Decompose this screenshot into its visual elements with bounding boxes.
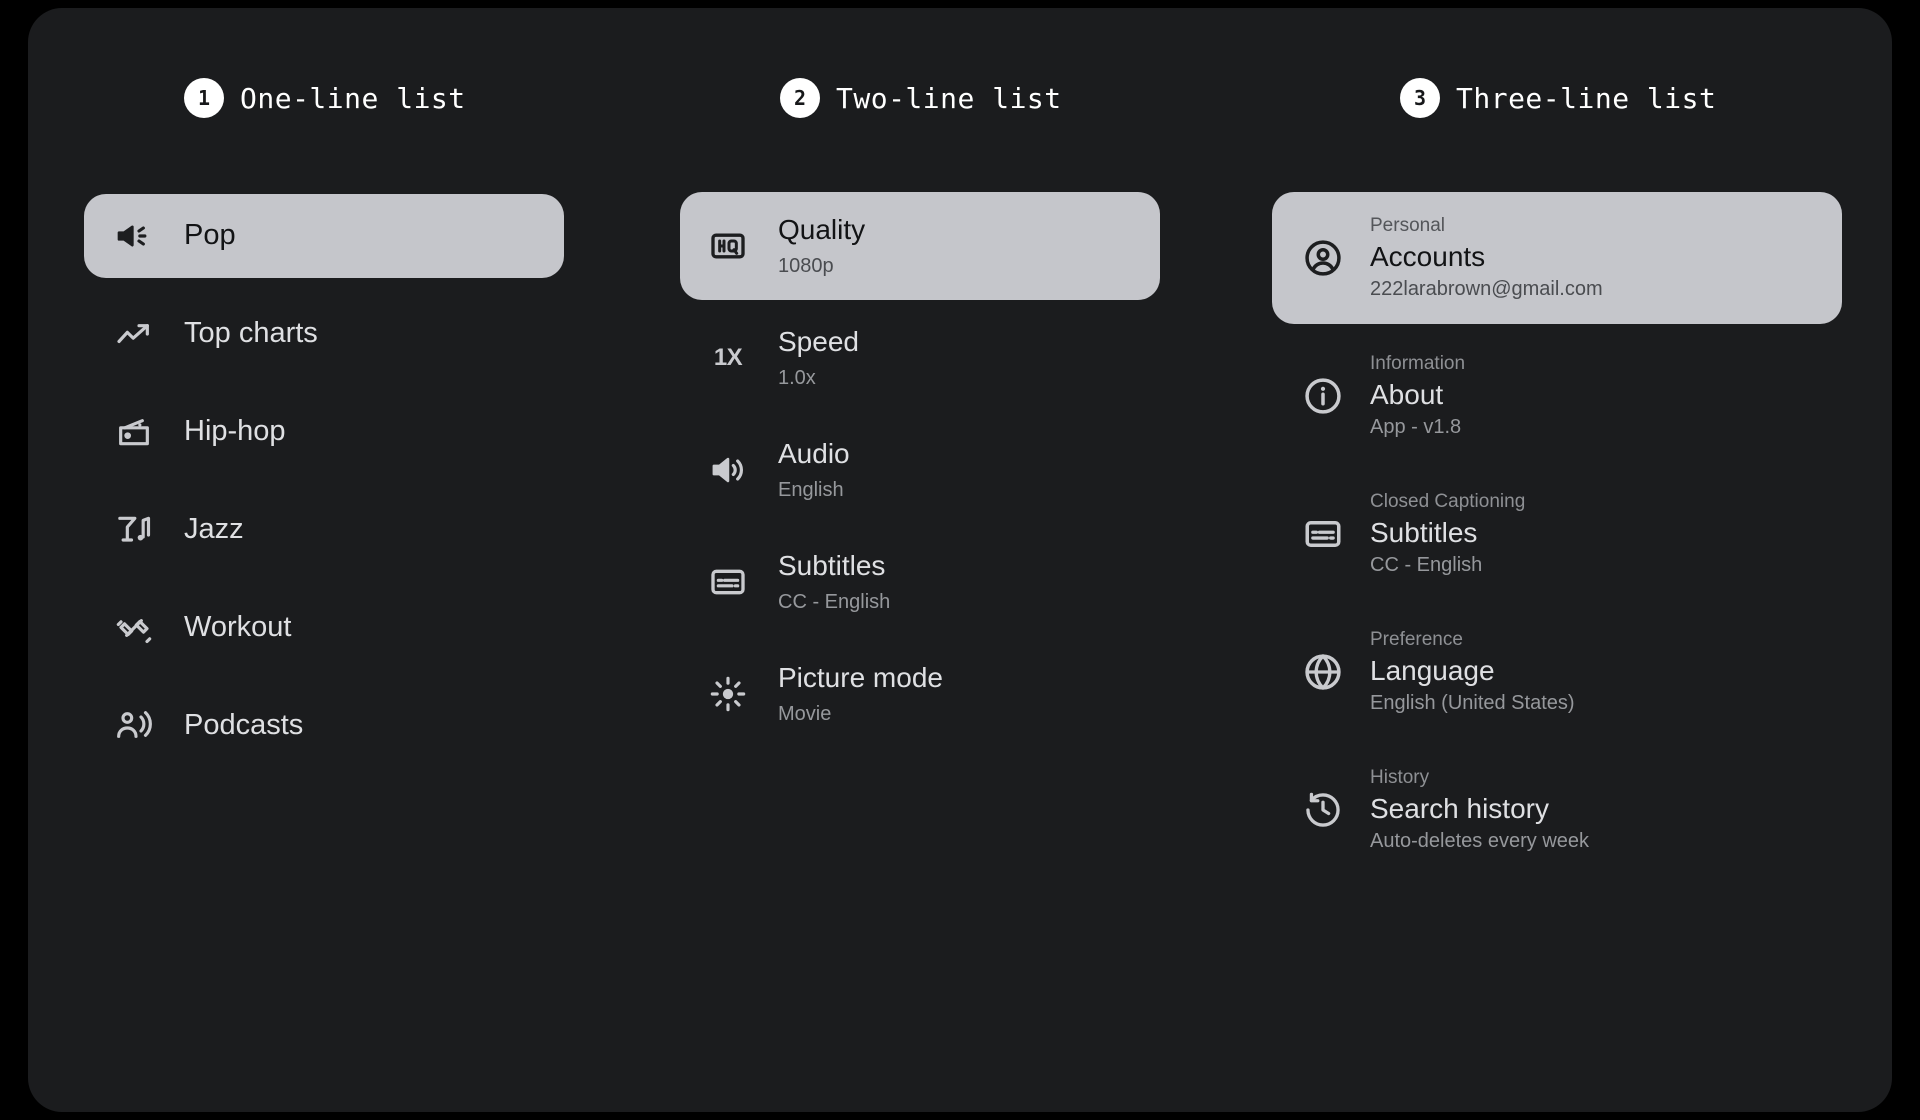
- list-item[interactable]: Workout: [84, 586, 564, 670]
- list-item-text-block: History Search history Auto-deletes every …: [1370, 765, 1589, 855]
- list-item-overline: History: [1370, 766, 1430, 788]
- list-item-supporting-text: Movie: [778, 702, 832, 725]
- list-item-headline: Top charts: [184, 317, 318, 350]
- list-item-headline: Search history: [1370, 792, 1549, 824]
- account-circle-icon: [1302, 237, 1344, 279]
- list-item-headline: Speed: [778, 326, 859, 358]
- selected-item-background: [84, 194, 564, 278]
- list-item[interactable]: Personal Accounts 222larabrown@gmail.com: [1272, 192, 1842, 324]
- column-title-3: Three-line list: [1456, 81, 1717, 115]
- list-item[interactable]: Picture mode Movie: [680, 640, 1160, 748]
- list-item[interactable]: Closed Captioning Subtitles CC - English: [1272, 468, 1842, 600]
- list-item[interactable]: Information About App - v1.8: [1272, 330, 1842, 462]
- three-line-list: Personal Accounts 222larabrown@gmail.com In…: [1272, 192, 1842, 882]
- history-icon: [1302, 789, 1344, 831]
- list-item-text-block: Personal Accounts 222larabrown@gmail.com: [1370, 213, 1603, 303]
- list-item-text-block: Hip-hop: [184, 413, 286, 451]
- list-item-text-block: Pop: [184, 217, 236, 255]
- list-item-text-block: Closed Captioning Subtitles CC - English: [1370, 489, 1525, 579]
- list-item-text-block: Audio English: [778, 436, 850, 503]
- subtitles-icon: [708, 562, 748, 602]
- list-item[interactable]: History Search history Auto-deletes every …: [1272, 744, 1842, 876]
- column-headers: 1 One-line list 2 Two-line list 3 Three-…: [0, 0, 1920, 160]
- list-item[interactable]: Quality 1080p: [680, 192, 1160, 300]
- list-item-headline: Pop: [184, 219, 236, 252]
- list-item-headline: Jazz: [184, 513, 244, 546]
- list-item[interactable]: Hip-hop: [84, 390, 564, 474]
- list-item[interactable]: Jazz: [84, 488, 564, 572]
- list-item-supporting-text: English: [778, 478, 844, 501]
- trending-up-icon: [114, 314, 154, 354]
- nightlife-icon: [114, 510, 154, 550]
- list-item-supporting-text: 1080p: [778, 254, 834, 277]
- list-item-headline: Picture mode: [778, 662, 943, 694]
- list-item-headline: Subtitles: [1370, 516, 1478, 548]
- list-item-supporting-text: CC - English: [1370, 554, 1483, 577]
- screenshot-root: 1 One-line list 2 Two-line list 3 Three-…: [0, 0, 1920, 1120]
- two-line-list: Quality 1080p 1X Speed 1.0x Audio English Subti…: [680, 192, 1160, 752]
- list-item[interactable]: Audio English: [680, 416, 1160, 524]
- list-item-text-block: Preference Language English (United States…: [1370, 627, 1575, 717]
- column-badge-1: 1: [184, 78, 224, 118]
- campaign-icon: [114, 216, 154, 256]
- list-item-supporting-text: 222larabrown@gmail.com: [1370, 278, 1603, 301]
- list-item-headline: Audio: [778, 438, 850, 470]
- list-item-overline: Personal: [1370, 214, 1445, 236]
- column-badge-3: 3: [1400, 78, 1440, 118]
- fitness-icon: [114, 608, 154, 648]
- list-item-supporting-text: 1.0x: [778, 366, 816, 389]
- list-item-overline: Preference: [1370, 628, 1463, 650]
- column-header-three-line: 3 Three-line list: [1400, 78, 1716, 118]
- brightness-icon: [708, 674, 748, 714]
- list-item[interactable]: Preference Language English (United States…: [1272, 606, 1842, 738]
- podcasts-icon: [114, 706, 154, 746]
- list-item-headline: Subtitles: [778, 550, 886, 582]
- speed-1x-icon: 1X: [713, 344, 743, 371]
- list-item-text-block: Subtitles CC - English: [778, 548, 890, 615]
- list-item-text-block: Jazz: [184, 511, 244, 549]
- column-header-one-line: 1 One-line list: [184, 78, 466, 118]
- list-item-overline: Information: [1370, 352, 1466, 374]
- subtitles-icon: [1302, 513, 1344, 555]
- list-item[interactable]: Pop: [84, 194, 564, 278]
- list-item-text-block: Information About App - v1.8: [1370, 351, 1465, 441]
- list-item-headline: About: [1370, 378, 1444, 410]
- column-title-1: One-line list: [240, 81, 466, 115]
- list-item-supporting-text: CC - English: [778, 590, 891, 613]
- list-item-text-block: Top charts: [184, 315, 318, 353]
- list-item-overline: Closed Captioning: [1370, 490, 1526, 512]
- list-item-text-block: Podcasts: [184, 707, 303, 745]
- list-item-headline: Hip-hop: [184, 415, 286, 448]
- column-badge-2: 2: [780, 78, 820, 118]
- column-title-2: Two-line list: [836, 81, 1062, 115]
- list-item-supporting-text: English (United States): [1370, 692, 1575, 715]
- language-icon: [1302, 651, 1344, 693]
- list-item-supporting-text: Auto-deletes every week: [1370, 830, 1590, 853]
- list-item[interactable]: 1X Speed 1.0x: [680, 304, 1160, 412]
- volume-up-icon: [708, 450, 748, 490]
- one-line-list: Pop Top charts Hip-hop Jazz Workout Podcasts: [84, 194, 564, 782]
- list-item-supporting-text: App - v1.8: [1370, 416, 1462, 439]
- list-item-headline: Language: [1370, 654, 1495, 686]
- selected-item-background: [680, 192, 1160, 300]
- list-item-headline: Quality: [778, 214, 866, 246]
- list-item-text-block: Workout: [184, 609, 291, 647]
- list-item-headline: Workout: [184, 611, 292, 644]
- column-header-two-line: 2 Two-line list: [780, 78, 1062, 118]
- list-item-headline: Podcasts: [184, 709, 304, 742]
- list-item[interactable]: Top charts: [84, 292, 564, 376]
- list-item-headline: Accounts: [1370, 240, 1486, 272]
- list-item-text-block: Picture mode Movie: [778, 660, 943, 727]
- list-item[interactable]: Subtitles CC - English: [680, 528, 1160, 636]
- radio-icon: [114, 412, 154, 452]
- list-item-text-block: Quality 1080p: [778, 212, 865, 279]
- list-item-text-block: Speed 1.0x: [778, 324, 859, 391]
- hq-icon: [708, 226, 748, 266]
- info-icon: [1302, 375, 1344, 417]
- list-item[interactable]: Podcasts: [84, 684, 564, 768]
